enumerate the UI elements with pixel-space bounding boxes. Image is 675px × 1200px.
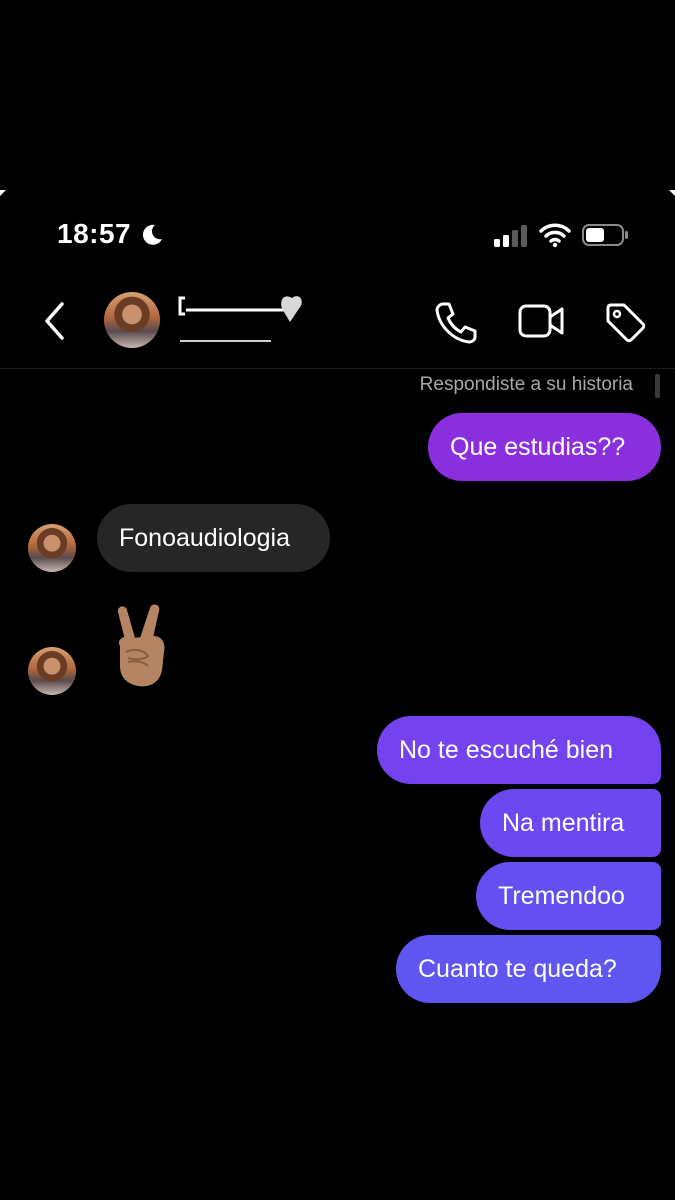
wifi-icon: [539, 223, 571, 248]
outgoing-message-bubble[interactable]: Cuanto te queda?: [396, 935, 661, 1003]
outgoing-message-bubble[interactable]: Que estudias??: [428, 413, 661, 481]
moon-icon: [142, 224, 162, 245]
victory-hand-icon[interactable]: [104, 600, 180, 692]
app-screen: [0, 190, 675, 1200]
sender-avatar[interactable]: [28, 524, 76, 572]
outgoing-message-bubble[interactable]: No te escuché bien: [377, 716, 661, 784]
outgoing-message-bubble[interactable]: Tremendoo: [476, 862, 661, 930]
outgoing-message-bubble[interactable]: Na mentira: [480, 789, 661, 857]
phone-icon[interactable]: [433, 300, 479, 344]
status-time: 18:57: [57, 218, 132, 249]
contact-name-decoration[interactable]: [176, 290, 308, 348]
story-reply-note: Respondiste a su historia: [419, 374, 633, 395]
header-divider: [0, 368, 675, 369]
back-chevron-icon[interactable]: [40, 300, 70, 342]
scroll-indicator[interactable]: [655, 374, 660, 398]
sender-avatar[interactable]: [28, 647, 76, 695]
incoming-message-bubble[interactable]: Fonoaudiologia: [97, 504, 330, 572]
video-camera-icon[interactable]: [517, 300, 565, 342]
battery-icon: [582, 224, 628, 246]
tag-icon[interactable]: [603, 300, 647, 344]
cellular-signal-icon: [494, 225, 527, 247]
contact-avatar[interactable]: [104, 292, 160, 348]
